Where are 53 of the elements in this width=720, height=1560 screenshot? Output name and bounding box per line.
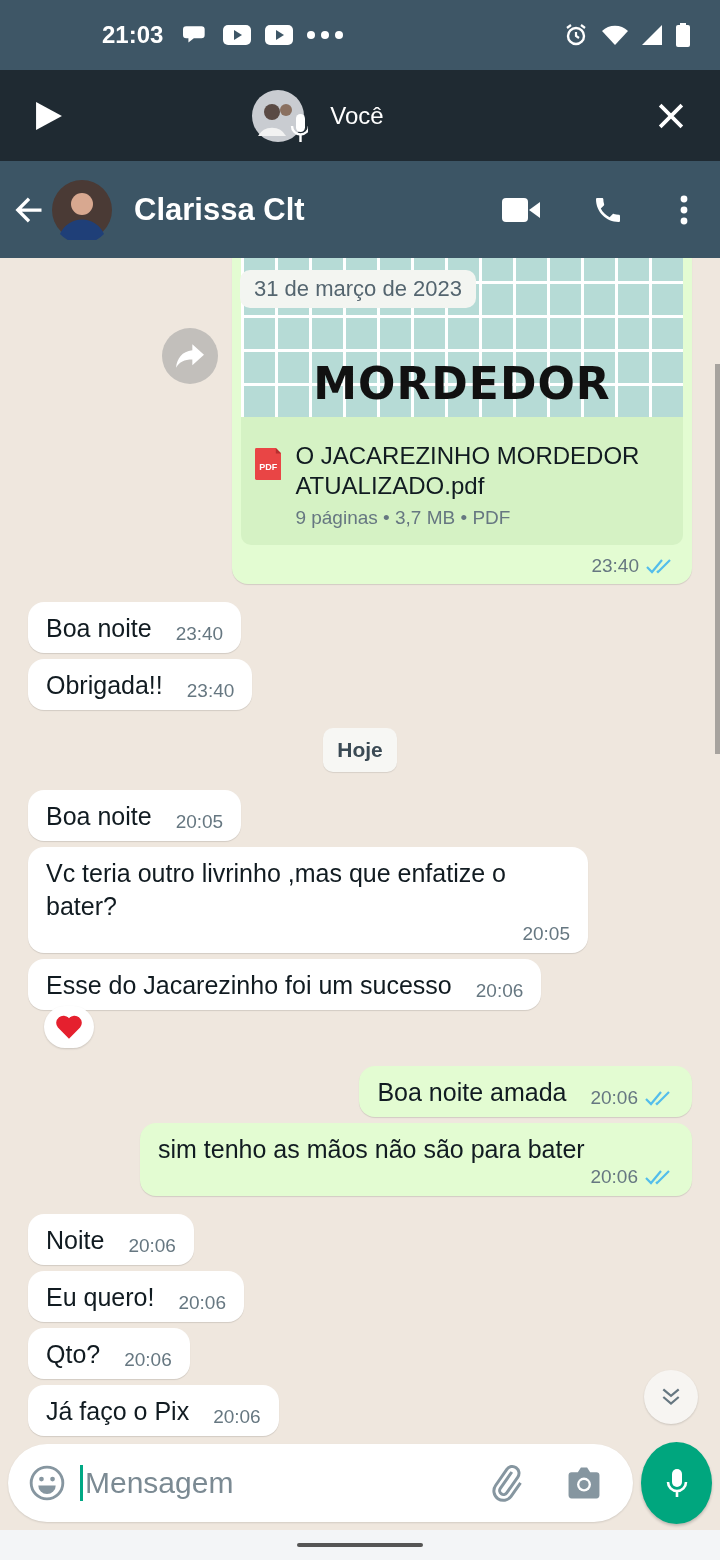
- more-dots-icon: [307, 31, 344, 39]
- message-bubble[interactable]: Qto? 20:06: [28, 1328, 190, 1379]
- message-bubble[interactable]: Boa noite 20:05: [28, 790, 242, 841]
- file-name: O JACAREZINHO MORDEDOR ATUALIZADO.pdf: [295, 441, 641, 501]
- file-details: 9 páginas • 3,7 MB • PDF: [295, 507, 512, 529]
- message-bubble[interactable]: Boa noite amada 20:06: [359, 1066, 692, 1117]
- play-icon[interactable]: [36, 101, 62, 130]
- alarm-icon: [564, 23, 588, 47]
- avatar-with-mic-icon: [252, 87, 309, 144]
- message-time: 20:06: [128, 1235, 176, 1257]
- message-time: 20:06: [590, 1087, 638, 1109]
- video-call-icon[interactable]: [502, 197, 540, 222]
- message-input[interactable]: Mensagem: [80, 1465, 473, 1501]
- contact-avatar[interactable]: [52, 179, 112, 240]
- status-time: 21:03: [102, 21, 164, 49]
- message-time: 23:40: [175, 623, 224, 645]
- message-bubble[interactable]: Obrigada!! 23:40: [28, 659, 253, 710]
- battery-icon: [676, 23, 690, 47]
- message-time: 20:06: [475, 980, 524, 1002]
- message-time: 20:06: [124, 1349, 172, 1371]
- message-time: 20:06: [178, 1292, 226, 1314]
- signal-icon: [642, 25, 662, 45]
- message-bubble[interactable]: Já faço o Pix 20:06: [28, 1385, 279, 1436]
- scroll-down-button[interactable]: [644, 1370, 698, 1424]
- message-time: 20:05: [175, 811, 224, 833]
- message-time: 20:06: [590, 1166, 638, 1188]
- message-field[interactable]: Mensagem: [8, 1444, 633, 1522]
- forward-icon: [176, 344, 204, 368]
- wifi-icon: [602, 25, 628, 45]
- message-time: 20:06: [213, 1406, 261, 1428]
- message-bubble[interactable]: Esse do Jacarezinho foi um sucesso 20:06: [28, 959, 542, 1010]
- heart-reaction[interactable]: [44, 1006, 94, 1048]
- message-bubble[interactable]: Vc teria outro livrinho ,mas que enfatize o bater? 20:05: [28, 847, 588, 953]
- microphone-icon: [664, 1467, 689, 1499]
- more-options-icon[interactable]: [680, 194, 688, 225]
- video-play-icon: [223, 25, 252, 45]
- message-time: 23:40: [591, 555, 639, 577]
- double-chevron-down-icon: [660, 1386, 682, 1408]
- voice-record-button[interactable]: [641, 1442, 712, 1524]
- contact-name[interactable]: Clarissa Clt: [134, 191, 305, 228]
- message-time: 23:40: [186, 680, 235, 702]
- preview-title: MORDEDOR: [313, 358, 611, 409]
- close-icon[interactable]: [658, 102, 684, 129]
- message-time: 20:05: [522, 923, 570, 945]
- message-bubble[interactable]: Eu quero! 20:06: [28, 1271, 244, 1322]
- message-bubble[interactable]: sim tenho as mãos não são para bater 20:06: [140, 1123, 692, 1196]
- video-play-icon: [265, 25, 294, 45]
- message-bubble[interactable]: Boa noite 23:40: [28, 602, 242, 653]
- date-label: 31 de março de 2023: [240, 270, 476, 308]
- emoji-icon[interactable]: [28, 1464, 66, 1502]
- heart-icon: [55, 1014, 83, 1040]
- message-bubble[interactable]: Noite 20:06: [28, 1214, 194, 1265]
- voice-sender-label: Você: [330, 101, 384, 130]
